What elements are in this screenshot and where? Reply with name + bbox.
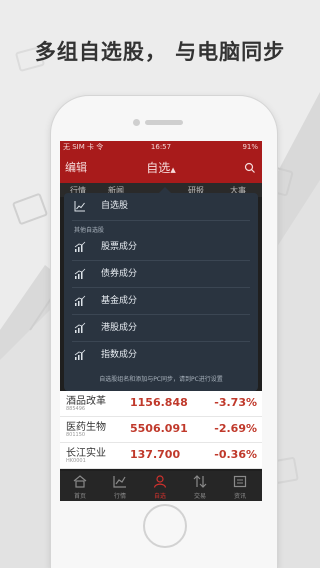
home-button[interactable] [143, 504, 187, 548]
table-row[interactable]: 长江实业 HK0001 137.700 -0.36% [60, 443, 262, 469]
nav-bar: 编辑 自选▲ [60, 153, 262, 183]
bar-chart-icon [74, 295, 86, 306]
stock-price: 5506.091 [130, 422, 188, 435]
stock-name: 长江实业 [66, 448, 106, 459]
chart-icon [113, 476, 126, 488]
menu-item-hk-components[interactable]: 港股成分 [64, 315, 258, 341]
tab-label: 行情 [113, 493, 126, 500]
menu-item-label: 基金成分 [101, 296, 138, 306]
page-title: 自选 [146, 161, 171, 175]
status-bar: 无 SIM 卡 令 16:57 91% [60, 141, 262, 153]
tab-watchlist[interactable]: 自选 [140, 471, 180, 501]
bar-chart-icon [74, 322, 86, 333]
menu-item-label: 港股成分 [101, 323, 138, 333]
stock-name: 医药生物 [66, 422, 106, 433]
stock-change: -2.69% [214, 422, 257, 435]
menu-item-index-components[interactable]: 指数成分 [64, 342, 258, 368]
section-label: 其他自选股 [74, 227, 105, 234]
bar-chart-icon [74, 268, 86, 279]
line-chart-icon [74, 201, 85, 212]
tab-label: 首页 [73, 493, 86, 500]
speaker-slot [145, 120, 183, 125]
headline: 多组自选股， 与电脑同步 [34, 40, 286, 64]
stock-price: 1156.848 [130, 396, 188, 409]
table-row[interactable]: 医药生物 801150 5506.091 -2.69% [60, 417, 262, 443]
stock-code: HK0001 [66, 458, 86, 464]
clock-text: 16:57 [150, 143, 172, 151]
battery-text: 91% [242, 143, 258, 151]
tab-label: 自选 [153, 493, 166, 500]
app-screen: 无 SIM 卡 令 16:57 91% 编辑 自选▲ 行情 新闻 研报 大事 自… [60, 141, 262, 501]
camera-dot [133, 119, 140, 126]
divider [72, 220, 250, 221]
tab-trade[interactable]: 交易 [180, 471, 220, 501]
stock-code: 885496 [66, 406, 86, 412]
menu-item-label: 自选股 [101, 201, 129, 211]
group-dropdown-menu: 自选股 其他自选股 股票成分 债券成分 基金成分 港股成分 指数成分 自选股组名… [64, 187, 258, 391]
menu-item-stock-components[interactable]: 股票成分 [64, 234, 258, 260]
transfer-icon [193, 475, 207, 488]
bar-chart-icon [74, 349, 86, 360]
person-icon [153, 475, 167, 488]
stock-name: 酒品改革 [66, 396, 106, 407]
group-selector[interactable]: 自选▲ [60, 153, 262, 185]
news-icon [233, 475, 247, 488]
menu-item-label: 债券成分 [101, 269, 138, 279]
stock-price: 137.700 [130, 448, 181, 461]
tab-label: 交易 [193, 493, 206, 500]
table-row[interactable]: 酒品改革 885496 1156.848 -3.73% [60, 391, 262, 417]
menu-item-label: 指数成分 [101, 350, 138, 360]
bottom-tab-bar: 首页 行情 自选 交易 资讯 [60, 471, 262, 501]
menu-item-my-stocks[interactable]: 自选股 [64, 193, 258, 219]
caret-up-icon: ▲ [170, 166, 176, 174]
menu-item-fund-components[interactable]: 基金成分 [64, 288, 258, 314]
menu-item-label: 股票成分 [101, 242, 138, 252]
stock-change: -3.73% [214, 396, 257, 409]
stock-change: -0.36% [214, 448, 257, 461]
home-icon [73, 475, 87, 488]
stock-code: 801150 [66, 432, 86, 438]
tab-news-feed[interactable]: 资讯 [220, 471, 260, 501]
tab-label: 资讯 [233, 493, 246, 500]
tab-market[interactable]: 行情 [100, 471, 140, 501]
sync-hint-text: 自选股组名和添加与PC同步，请到PC进行设置 [99, 376, 223, 383]
menu-item-bond-components[interactable]: 债券成分 [64, 261, 258, 287]
tab-home[interactable]: 首页 [60, 471, 100, 501]
bar-chart-icon [74, 241, 86, 252]
